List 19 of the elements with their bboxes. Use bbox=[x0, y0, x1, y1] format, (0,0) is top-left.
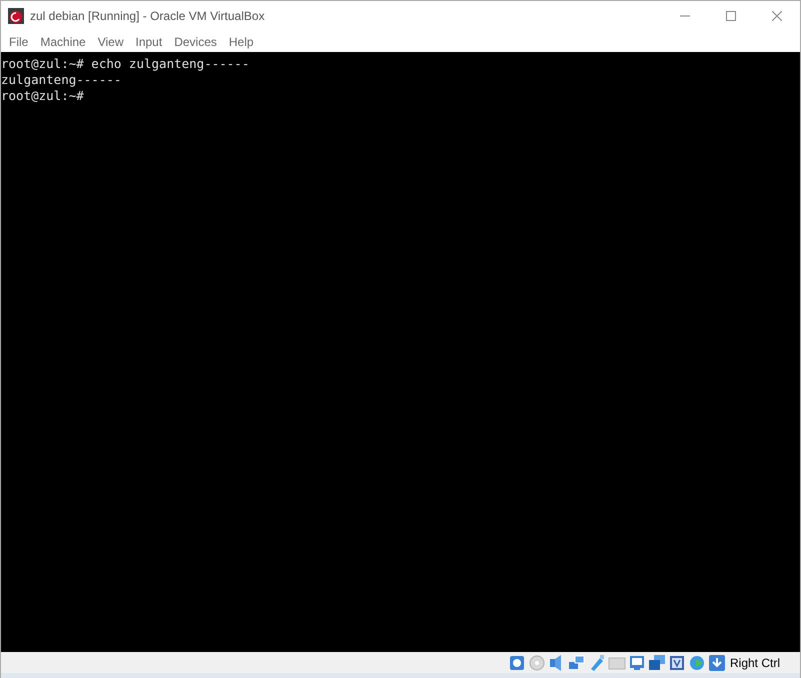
console-line: zulganteng------ bbox=[1, 72, 122, 88]
network-icon[interactable] bbox=[568, 654, 586, 672]
chip-icon[interactable] bbox=[668, 654, 686, 672]
menu-item[interactable]: Devices bbox=[168, 32, 223, 50]
host-key-label: Right Ctrl bbox=[730, 654, 780, 672]
menu-item[interactable]: Machine bbox=[34, 32, 92, 50]
menu-item[interactable]: Input bbox=[130, 32, 168, 50]
menu-item[interactable]: File bbox=[3, 32, 34, 50]
console-line: root@zul:~# bbox=[1, 88, 84, 104]
menu-item[interactable]: Help bbox=[222, 32, 260, 50]
display-icon[interactable] bbox=[628, 654, 646, 672]
maximize-icon bbox=[726, 11, 736, 21]
app-icon bbox=[8, 8, 24, 24]
close-icon bbox=[772, 11, 782, 21]
console-line: root@zul:~# echo zulganteng------ bbox=[1, 56, 250, 72]
window-title: zul debian [Running] - Oracle VM VirtualBox bbox=[30, 8, 265, 25]
menu-item[interactable]: View bbox=[92, 32, 130, 50]
screens-icon[interactable] bbox=[648, 654, 666, 672]
optical-disc-icon[interactable] bbox=[528, 654, 546, 672]
